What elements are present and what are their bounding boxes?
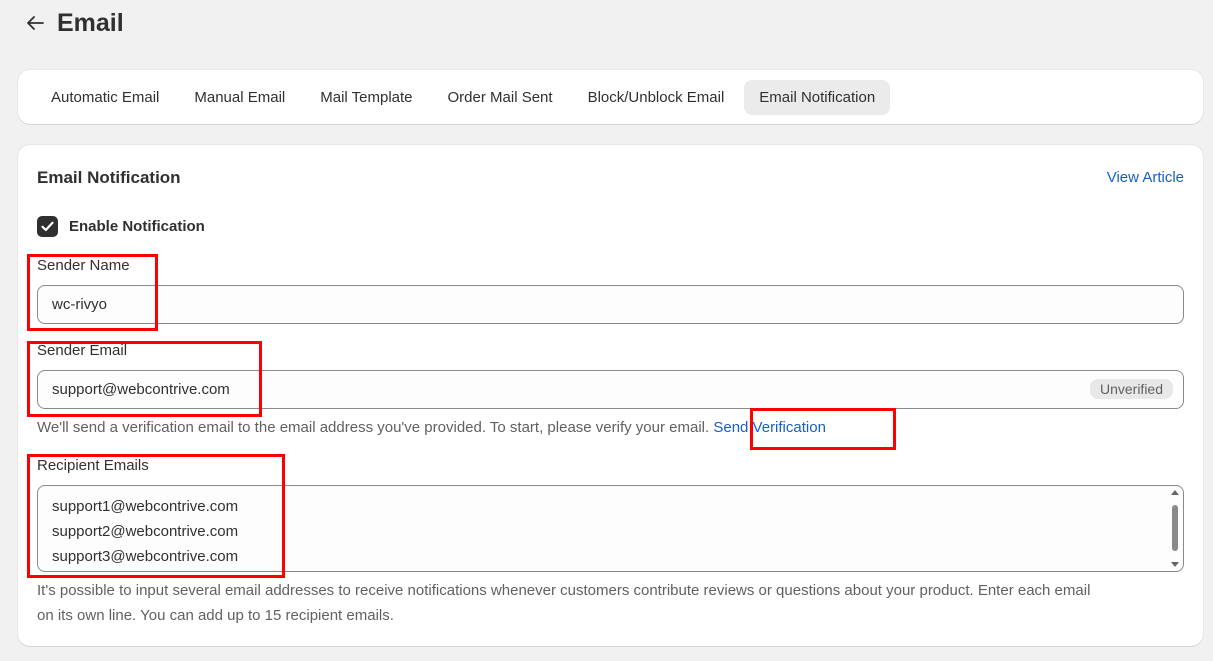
- recipient-email-line: support1@webcontrive.com: [52, 498, 239, 515]
- recipient-email-line: support3@webcontrive.com: [52, 548, 239, 565]
- tab-order-mail-sent[interactable]: Order Mail Sent: [433, 80, 568, 115]
- sender-email-input[interactable]: support@webcontrive.com Unverified: [37, 370, 1184, 409]
- tabs-bar: Automatic Email Manual Email Mail Templa…: [18, 70, 1203, 124]
- enable-notification-checkbox[interactable]: [37, 216, 58, 237]
- checkmark-icon: [41, 221, 54, 232]
- tab-mail-template[interactable]: Mail Template: [305, 80, 427, 115]
- enable-notification-label: Enable Notification: [69, 218, 205, 235]
- sender-email-value: support@webcontrive.com: [52, 381, 230, 398]
- send-verification-link[interactable]: Send Verification: [713, 419, 826, 436]
- textarea-scrollbar[interactable]: [1169, 488, 1181, 569]
- recipient-email-line: support2@webcontrive.com: [52, 523, 239, 540]
- unverified-badge: Unverified: [1089, 379, 1173, 399]
- sender-name-label: Sender Name: [37, 257, 130, 274]
- recipient-emails-help-line1: It's possible to input several email add…: [37, 582, 1091, 599]
- page-header: Email: [22, 8, 124, 38]
- recipient-emails-textarea[interactable]: support1@webcontrive.com support2@webcon…: [37, 485, 1184, 572]
- recipient-emails-help: It's possible to input several email add…: [37, 578, 1090, 628]
- back-arrow-icon[interactable]: [22, 10, 48, 36]
- view-article-link[interactable]: View Article: [1107, 169, 1184, 186]
- tab-email-notification[interactable]: Email Notification: [744, 79, 891, 115]
- sender-name-value: wc-rivyo: [52, 296, 107, 313]
- scroll-up-arrow-icon[interactable]: [1171, 490, 1179, 495]
- sender-email-label: Sender Email: [37, 342, 128, 359]
- sender-name-input[interactable]: wc-rivyo: [37, 285, 1184, 324]
- sender-email-help: We'll send a verification email to the e…: [37, 415, 826, 440]
- enable-notification-row[interactable]: Enable Notification: [37, 216, 205, 237]
- scroll-down-arrow-icon[interactable]: [1171, 562, 1179, 567]
- tab-automatic-email[interactable]: Automatic Email: [36, 80, 174, 115]
- tab-manual-email[interactable]: Manual Email: [179, 80, 300, 115]
- scroll-thumb[interactable]: [1172, 505, 1178, 551]
- section-title: Email Notification: [37, 168, 181, 187]
- sender-email-help-text: We'll send a verification email to the e…: [37, 419, 710, 436]
- tab-block-unblock-email[interactable]: Block/Unblock Email: [573, 80, 740, 115]
- page-title: Email: [57, 8, 124, 37]
- recipient-emails-help-line2: on its own line. You can add up to 15 re…: [37, 607, 394, 624]
- email-notification-card: Email Notification View Article Enable N…: [18, 145, 1203, 646]
- recipient-emails-label: Recipient Emails: [37, 457, 149, 474]
